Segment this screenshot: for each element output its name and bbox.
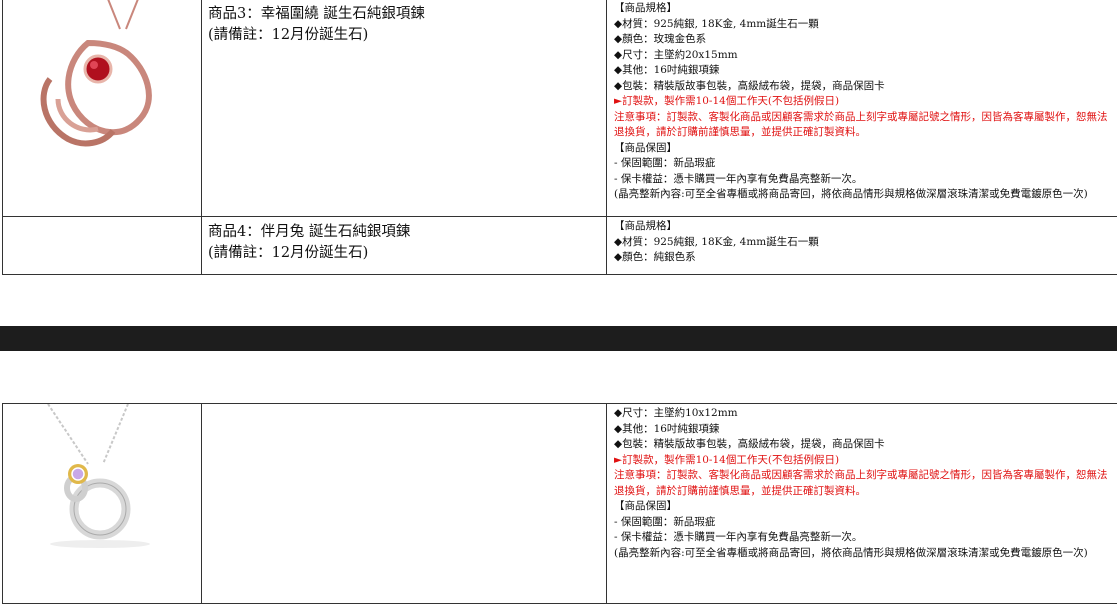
table-row: ◆尺寸：主墜約10x12mm◆其他：16吋純銀項鍊◆包裝：精裝版故事包裝，高級絨… xyxy=(3,404,1117,604)
spec-line: ►訂製款，製作需10-14個工作天(不包括例假日) xyxy=(614,453,1114,469)
spec-line: ◆尺寸：主墜約10x12mm xyxy=(614,406,1114,422)
product-spec-cell: ◆尺寸：主墜約10x12mm◆其他：16吋純銀項鍊◆包裝：精裝版故事包裝，高級絨… xyxy=(607,404,1117,604)
table-row: 商品4：伴月兔 誕生石純銀項鍊 (請備註：12月份誕生石) 【商品規格】◆材質：… xyxy=(3,217,1117,275)
product-spec-cell: 【商品規格】◆材質：925純銀, 18K金, 4mm誕生石一顆◆顏色：玫瑰金色系… xyxy=(607,0,1117,217)
product-table-bottom: ◆尺寸：主墜約10x12mm◆其他：16吋純銀項鍊◆包裝：精裝版故事包裝，高級絨… xyxy=(2,403,1117,604)
spec-line: ◆其他：16吋純銀項鍊 xyxy=(614,63,1114,79)
spec-line: - 保固範圍：新品瑕疵 xyxy=(614,515,1114,531)
product-image-cell xyxy=(3,0,202,217)
spec-line: ►訂製款，製作需10-14個工作天(不包括例假日) xyxy=(614,94,1114,110)
spec-line: ◆包裝：精裝版故事包裝，高級絨布袋，提袋，商品保固卡 xyxy=(614,437,1114,453)
spec-line: 注意事項：訂製款、客製化商品或因顧客需求於商品上刻字或專屬記號之情形，因皆為客專… xyxy=(614,468,1114,499)
spec-list: 【商品規格】◆材質：925純銀, 18K金, 4mm誕生石一顆◆顏色：玫瑰金色系… xyxy=(607,0,1117,203)
spec-line: (晶亮整新內容:可至全省專櫃或將商品寄回，將依商品情形與規格做深層滾珠清潔或免費… xyxy=(614,187,1114,203)
product-note: (請備註：12月份誕生石) xyxy=(208,25,606,46)
product-table-top: 商品3：幸福圍繞 誕生石純銀項鍊 (請備註：12月份誕生石) 【商品規格】◆材質… xyxy=(2,0,1117,275)
spec-line: ◆尺寸：主墜約20x15mm xyxy=(614,48,1114,64)
spec-list: 【商品規格】◆材質：925純銀, 18K金, 4mm誕生石一顆◆顏色：純銀色系 xyxy=(607,217,1117,266)
product-name-cell: 商品3：幸福圍繞 誕生石純銀項鍊 (請備註：12月份誕生石) xyxy=(202,0,607,217)
spec-line: - 保卡權益：憑卡購買一年內享有免費晶亮整新一次。 xyxy=(614,172,1114,188)
section-divider-bar xyxy=(0,326,1117,351)
spec-list: ◆尺寸：主墜約10x12mm◆其他：16吋純銀項鍊◆包裝：精裝版故事包裝，高級絨… xyxy=(607,404,1117,561)
spec-line: ◆顏色：純銀色系 xyxy=(614,250,1114,266)
spec-line: ◆材質：925純銀, 18K金, 4mm誕生石一顆 xyxy=(614,235,1114,251)
spec-line: 【商品規格】 xyxy=(614,1,1114,17)
product-name-cell: 商品4：伴月兔 誕生石純銀項鍊 (請備註：12月份誕生石) xyxy=(202,217,607,275)
product-spec-cell: 【商品規格】◆材質：925純銀, 18K金, 4mm誕生石一顆◆顏色：純銀色系 xyxy=(607,217,1117,275)
spec-line: ◆顏色：玫瑰金色系 xyxy=(614,32,1114,48)
spec-line: - 保卡權益：憑卡購買一年內享有免費晶亮整新一次。 xyxy=(614,530,1114,546)
heart-pendant-necklace-image xyxy=(28,0,178,159)
product-name: 商品3：幸福圍繞 誕生石純銀項鍊 xyxy=(208,4,606,25)
spec-line: 【商品保固】 xyxy=(614,141,1114,157)
product-note: (請備註：12月份誕生石) xyxy=(208,243,606,264)
spec-line: ◆其他：16吋純銀項鍊 xyxy=(614,422,1114,438)
spec-line: - 保固範圍：新品瑕疵 xyxy=(614,156,1114,172)
spec-line: (晶亮整新內容:可至全省專櫃或將商品寄回，將依商品情形與規格做深層滾珠清潔或免費… xyxy=(614,546,1114,562)
spec-line: 【商品保固】 xyxy=(614,499,1114,515)
moon-rabbit-pendant-necklace-image xyxy=(28,404,178,554)
product-name-cell xyxy=(202,404,607,604)
spec-line: 【商品規格】 xyxy=(614,219,1114,235)
table-row: 商品3：幸福圍繞 誕生石純銀項鍊 (請備註：12月份誕生石) 【商品規格】◆材質… xyxy=(3,0,1117,217)
product-image-cell xyxy=(3,217,202,275)
spec-line: ◆材質：925純銀, 18K金, 4mm誕生石一顆 xyxy=(614,17,1114,33)
spec-line: 注意事項：訂製款、客製化商品或因顧客需求於商品上刻字或專屬記號之情形，因皆為客專… xyxy=(614,110,1114,141)
spec-line: ◆包裝：精裝版故事包裝，高級絨布袋，提袋，商品保固卡 xyxy=(614,79,1114,95)
product-name: 商品4：伴月兔 誕生石純銀項鍊 xyxy=(208,222,606,243)
product-image-cell xyxy=(3,404,202,604)
